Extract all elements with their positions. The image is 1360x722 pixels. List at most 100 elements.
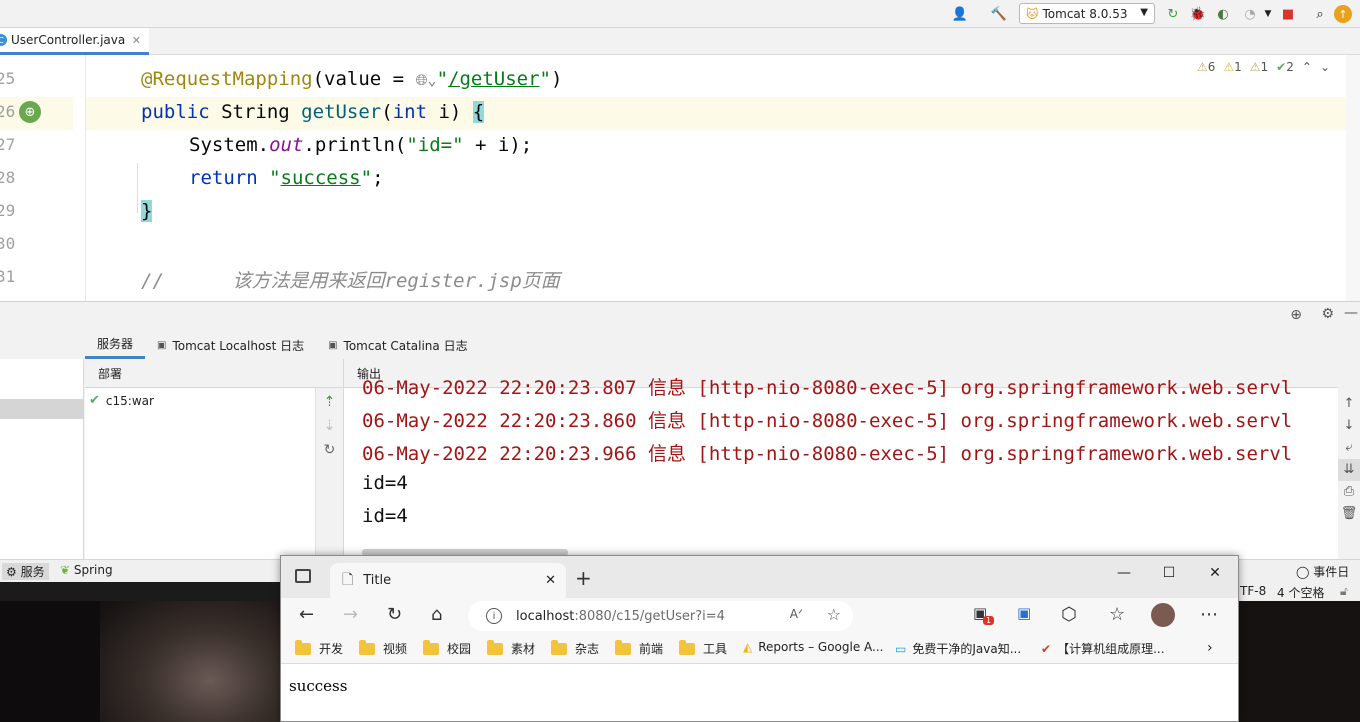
profile-extension-icon[interactable]: ▣	[1017, 604, 1031, 622]
inspection-widget[interactable]: ⚠6 ⚠1 ⚠1 ✔2 ⌃ ⌄	[1197, 60, 1330, 74]
favorites-icon[interactable]: ☆	[1109, 604, 1125, 625]
more-run-chevron-icon[interactable]: ▼	[1258, 4, 1278, 24]
window-maximize-icon[interactable]: ☐	[1159, 565, 1179, 581]
browser-nav-bar: ← → ↻ ⌂ i localhost :8080/c15/getUser?i=…	[281, 598, 1238, 634]
folder-icon	[551, 639, 567, 655]
user-icon[interactable]: 👤	[950, 4, 970, 24]
bookmark-folder[interactable]: 素材	[487, 639, 535, 657]
tab-usercontroller[interactable]: C UserController.java ✕	[0, 28, 149, 55]
tab-actions-icon[interactable]	[295, 569, 311, 583]
wallpaper-shadow	[0, 601, 100, 722]
scroll-down-icon[interactable]: ↓	[1338, 415, 1360, 437]
page-icon: 🗋	[342, 571, 354, 588]
rerun-icon[interactable]: ↻	[1163, 4, 1183, 24]
bookmark-folder[interactable]: 杂志	[551, 639, 599, 657]
more-options-icon[interactable]: ⋯	[1200, 604, 1218, 625]
console-toolbar: ↑ ↓ ⤶ ⇊ ⎙ 🗑	[1338, 359, 1360, 560]
stop-icon[interactable]: ■	[1278, 4, 1298, 24]
gear-icon[interactable]: ⚙	[1321, 306, 1334, 322]
code-line-27: System.out.println("id=" + i);	[189, 134, 533, 156]
folder-icon	[295, 639, 311, 655]
bookmark-link[interactable]: ◭ Reports – Google A...	[743, 640, 883, 654]
deploy-header: 部署	[85, 359, 343, 388]
undeploy-icon[interactable]: ⇣	[316, 418, 343, 436]
code-line-29: }	[141, 200, 153, 222]
folder-icon	[359, 639, 375, 655]
bookmark-link[interactable]: ▭ 免费干净的Java知...	[895, 640, 1021, 657]
debug-bug-icon[interactable]: 🐞	[1188, 4, 1208, 24]
scroll-to-end-icon[interactable]: ⇊	[1338, 459, 1360, 481]
coverage-icon[interactable]: ◐	[1213, 4, 1233, 24]
scroll-up-icon[interactable]: ↑	[1338, 393, 1360, 415]
log-line: 06-May-2022 22:20:23.860 信息 [http-nio-80…	[362, 410, 1293, 432]
minimize-icon[interactable]: —	[1344, 305, 1358, 321]
back-icon[interactable]: ←	[299, 604, 314, 625]
folder-icon	[679, 639, 695, 655]
reload-icon[interactable]: ↻	[387, 604, 402, 625]
browser-window: 🗋 Title ✕ + — ☐ ✕ ← → ↻ ⌂ i localhost :8…	[280, 555, 1239, 722]
update-icon[interactable]: ↑	[1334, 5, 1352, 23]
code-editor[interactable]: 25 26 27 28 29 30 31 ⊕ @RequestMapping(v…	[0, 55, 1360, 301]
bookmark-folder[interactable]: 校园	[423, 639, 471, 657]
tool-tab-spring[interactable]: ❦ Spring	[60, 563, 113, 577]
bilibili-icon: ▭	[895, 641, 907, 656]
address-bar[interactable]: i localhost :8080/c15/getUser?i=4 Aᐟ ☆	[468, 601, 853, 631]
read-aloud-icon[interactable]: Aᐟ	[790, 607, 803, 621]
status-bar: TF-8 4 个空格 🔓︎	[1238, 582, 1360, 601]
info-icon[interactable]: i	[486, 608, 502, 624]
file-encoding[interactable]: TF-8	[1240, 584, 1266, 598]
print-icon[interactable]: ⎙	[1338, 481, 1360, 503]
avatar[interactable]	[1151, 603, 1175, 627]
bookmark-folder[interactable]: 工具	[679, 639, 727, 657]
editor-scrollbar[interactable]	[1346, 55, 1360, 301]
close-tab-icon[interactable]: ✕	[545, 573, 556, 588]
log-icon: ▣	[328, 339, 338, 351]
bookmark-link[interactable]: ✔ 【计算机组成原理...	[1041, 640, 1165, 657]
lock-icon[interactable]: 🔓︎	[1340, 584, 1348, 599]
deployment-item[interactable]: ✔ c15:war	[89, 393, 154, 408]
target-icon[interactable]: ⊕	[1290, 307, 1302, 323]
output-console[interactable]: 输出 06-May-2022 22:20:23.807 信息 [http-nio…	[344, 359, 1338, 560]
bookmark-folder[interactable]: 开发	[295, 639, 343, 657]
profile-icon[interactable]: ◔	[1240, 4, 1260, 24]
tab-tomcat-catalina-log[interactable]: ▣ Tomcat Catalina 日志	[316, 331, 479, 359]
deploy-up-icon[interactable]: ⇡	[316, 394, 343, 412]
ide-toolbar: 👤 🔨 🐱 Tomcat 8.0.53 ▼ ↻ 🐞 ◐ ◔ ▼ ■ ⌕ ↑	[0, 0, 1360, 28]
tab-tomcat-localhost-log[interactable]: ▣ Tomcat Localhost 日志	[145, 331, 316, 359]
tool-tab-services[interactable]: ⚙ 服务	[2, 563, 49, 580]
editor-tab-bar: C UserController.java ✕	[0, 28, 1360, 55]
line-number: 30	[0, 234, 16, 253]
build-hammer-icon[interactable]: 🔨	[989, 4, 1009, 24]
soft-wrap-icon[interactable]: ⤶	[1338, 437, 1360, 459]
window-minimize-icon[interactable]: —	[1114, 565, 1134, 581]
prev-highlight-icon[interactable]: ⌃	[1302, 60, 1312, 74]
trash-icon[interactable]: 🗑	[1338, 503, 1360, 525]
bookmarks-overflow-icon[interactable]: ›	[1207, 640, 1213, 656]
indent-guide	[137, 163, 138, 213]
home-icon[interactable]: ⌂	[431, 604, 442, 625]
services-tree[interactable]	[0, 359, 84, 560]
indent-setting[interactable]: 4 个空格	[1277, 584, 1324, 601]
web-endpoint-globe-icon[interactable]: ⊕	[19, 101, 41, 123]
close-icon[interactable]: ✕	[132, 34, 141, 47]
window-close-icon[interactable]: ✕	[1205, 565, 1225, 581]
new-tab-icon[interactable]: +	[575, 566, 592, 590]
bookmark-folder[interactable]: 视频	[359, 639, 407, 657]
selected-service-row[interactable]	[0, 399, 84, 419]
browser-tab[interactable]: 🗋 Title ✕	[330, 563, 566, 598]
add-favorite-icon[interactable]: ☆	[827, 605, 841, 624]
refresh-icon[interactable]: ↻	[316, 442, 343, 460]
line-gutter: 25 26 27 28 29 30 31 ⊕	[0, 55, 86, 301]
bookmark-folder[interactable]: 前端	[615, 639, 663, 657]
run-configuration-select[interactable]: 🐱 Tomcat 8.0.53 ▼	[1019, 3, 1155, 24]
code-line-26: public String getUser(int i) {	[141, 101, 485, 123]
puzzle-icon[interactable]: ⬡	[1061, 604, 1077, 625]
line-number: 31	[0, 267, 16, 286]
search-icon[interactable]: ⌕	[1310, 4, 1330, 24]
forward-icon[interactable]: →	[343, 604, 358, 625]
globe-icon: 🌐︎⌄	[415, 71, 437, 89]
line-number: 29	[0, 201, 16, 220]
site-icon: ✔	[1041, 641, 1052, 656]
next-highlight-icon[interactable]: ⌄	[1320, 60, 1330, 74]
tab-server[interactable]: 服务器	[85, 331, 146, 359]
